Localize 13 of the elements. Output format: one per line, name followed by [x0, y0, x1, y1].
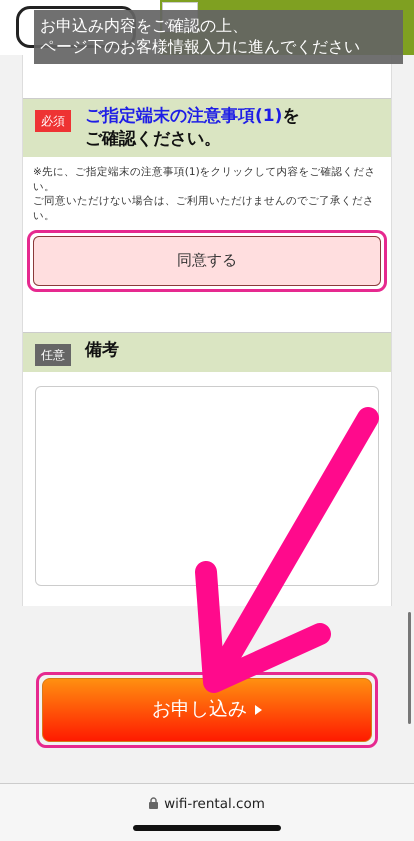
- caption-overlay: お申込み内容をご確認の上、 ページ下のお客様情報入力に進んでください: [34, 10, 403, 64]
- section-title: 備考: [85, 338, 119, 362]
- notice-link[interactable]: ご指定端末の注意事項(1): [85, 106, 282, 126]
- lock-icon: [149, 797, 158, 809]
- triangle-icon: [255, 704, 262, 715]
- optional-badge: 任意: [35, 344, 71, 366]
- note-text: ご同意いただけない場合は、ご利用いただけませんのでご了承ください。: [33, 194, 375, 224]
- required-badge: 必須: [35, 110, 71, 132]
- section-title: ご指定端末の注意事項(1)を ご確認ください。: [85, 105, 300, 151]
- url-text[interactable]: wifi-rental.com: [164, 794, 265, 841]
- remarks-field[interactable]: [35, 386, 379, 586]
- agree-button[interactable]: 同意する: [33, 236, 381, 286]
- note-text: ※先に、ご指定端末の注意事項(1)をクリックして内容をご確認ください。: [33, 164, 377, 194]
